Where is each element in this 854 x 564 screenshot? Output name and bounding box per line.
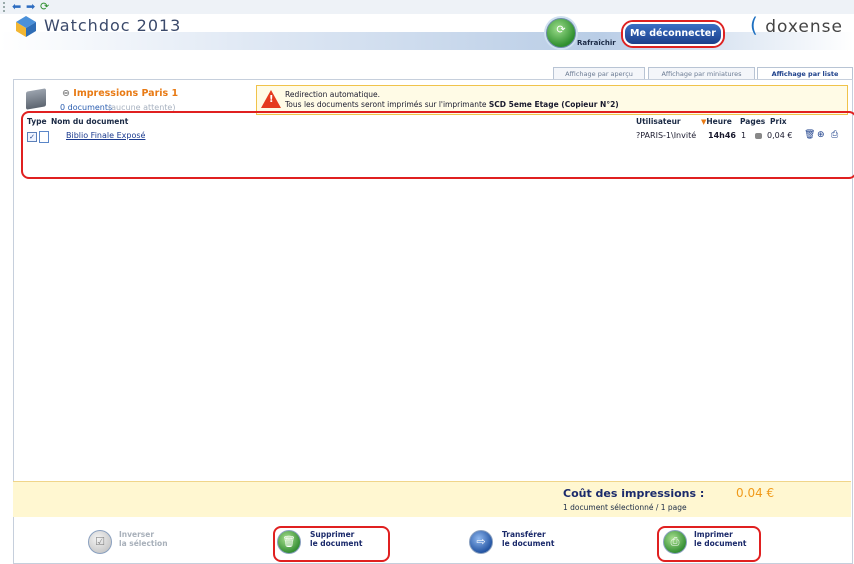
refresh-button[interactable]: ⟳ [546, 18, 576, 48]
watchdoc-logo-icon [16, 16, 36, 37]
row-checkbox[interactable]: ✓ [27, 132, 37, 142]
refresh-small-icon[interactable]: ⟳ [40, 0, 49, 13]
print-line2: le document [694, 539, 747, 548]
print-icon[interactable]: ⎙ [831, 130, 838, 140]
col-header-heure[interactable]: ▼Heure [701, 117, 732, 126]
row-time: 14h46 [708, 131, 736, 140]
cost-summary [13, 481, 851, 517]
warning-icon: ! [261, 90, 281, 108]
transfer-arrow-icon: ⇨ [476, 535, 486, 548]
toolbar-grip [3, 2, 7, 12]
printer-small-icon: ⊜ [62, 88, 70, 99]
delete-document-label[interactable]: Supprimer le document [310, 530, 362, 548]
cost-value: 0.04 € [736, 486, 775, 500]
document-icon [39, 131, 49, 143]
app-title: Watchdoc 2013 [44, 16, 182, 35]
transfer-line2: le document [502, 539, 555, 548]
invert-line2: la sélection [119, 539, 168, 548]
print-document-button[interactable]: ⎙ [663, 530, 687, 554]
col-header-type: Type [27, 117, 47, 126]
selection-summary: 1 document sélectionné / 1 page [563, 503, 687, 512]
alert-line2-prefix: Tous les documents seront imprimés sur l… [285, 100, 489, 109]
col-header-name[interactable]: Nom du document [51, 117, 128, 126]
invert-selection-label[interactable]: Inverser la sélection [119, 530, 168, 548]
browser-toolbar: ⬅ ➡ ⟳ [0, 0, 854, 14]
refresh-label[interactable]: Rafraîchir [577, 39, 616, 47]
col-header-user[interactable]: Utilisateur [636, 117, 681, 126]
row-user: ?PARIS-1\Invité [636, 131, 697, 140]
alert-line2: Tous les documents seront imprimés sur l… [285, 100, 619, 109]
checkbox-icon: ☑ [95, 535, 105, 548]
trash-icon[interactable]: 🗑 [804, 130, 815, 140]
transfer-icon[interactable]: ⊕ [817, 130, 825, 140]
refresh-icon: ⟳ [556, 23, 566, 36]
logout-button[interactable]: Me déconnecter [623, 22, 723, 46]
brand-name: doxense [765, 17, 843, 37]
brand-logo: ( doxense [750, 13, 843, 37]
brand-paren: ( [750, 13, 759, 37]
delete-line1: Supprimer [310, 530, 355, 539]
printer-queue-icon [26, 88, 46, 110]
trash-bin-icon: 🗑 [282, 535, 296, 548]
queue-title-text: Impressions Paris 1 [73, 88, 179, 99]
delete-document-button[interactable]: 🗑 [277, 530, 301, 554]
delete-line2: le document [310, 539, 363, 548]
transfer-line1: Transférer [502, 530, 546, 539]
transfer-document-button[interactable]: ⇨ [469, 530, 493, 554]
print-document-label[interactable]: Imprimer le document [694, 530, 746, 548]
invert-selection-button[interactable]: ☑ [88, 530, 112, 554]
print-line1: Imprimer [694, 530, 733, 539]
col-header-prix[interactable]: Prix [770, 117, 787, 126]
row-document-name[interactable]: Biblio Finale Exposé [66, 131, 145, 140]
alert-line1: Redirection automatique. [285, 90, 381, 99]
row-pages: 1 [741, 131, 747, 140]
col-header-pages[interactable]: Pages [740, 117, 765, 126]
printer-icon: ⎙ [670, 535, 680, 548]
col-header-heure-label: Heure [706, 117, 732, 126]
back-arrow-icon[interactable]: ⬅ [12, 0, 21, 13]
transfer-document-label[interactable]: Transférer le document [502, 530, 554, 548]
invert-line1: Inverser [119, 530, 155, 539]
page-color-icon [755, 133, 762, 139]
row-price: 0,04 € [767, 131, 793, 140]
alert-printer-name: SCD 5eme Etage (Copieur N°2) [488, 100, 619, 109]
forward-arrow-icon[interactable]: ➡ [26, 0, 35, 13]
queue-title: ⊜ Impressions Paris 1 [62, 88, 178, 99]
cost-label: Coût des impressions : [563, 487, 705, 500]
